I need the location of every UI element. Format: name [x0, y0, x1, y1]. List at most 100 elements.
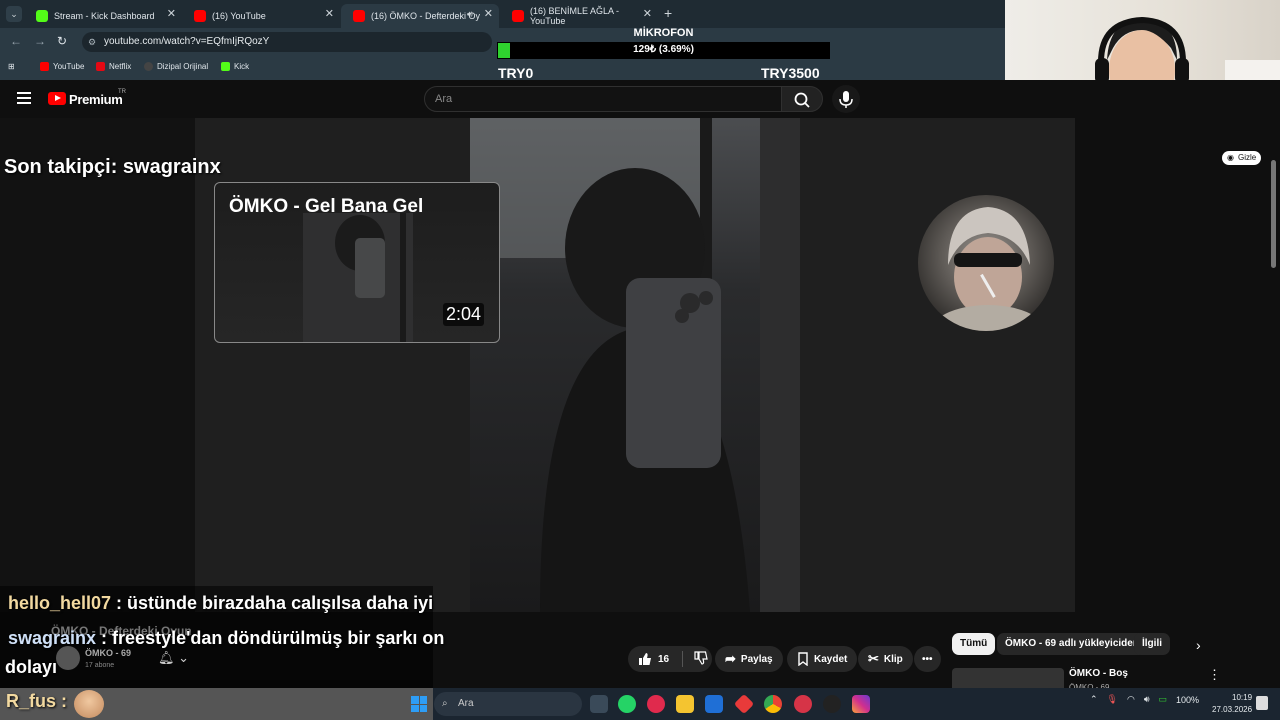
clock[interactable]: 10:19 27.03.2026	[1212, 692, 1252, 716]
bookmark-dizipal[interactable]: Dizipal Orijinal	[144, 62, 208, 71]
windows-start-icon[interactable]	[411, 696, 427, 712]
microphone-icon	[839, 91, 853, 108]
clip-label: Klip	[883, 653, 903, 665]
youtube-premium-logo[interactable]: Premium	[69, 92, 123, 107]
share-icon: ➦	[725, 651, 736, 666]
streamer-emote	[74, 690, 104, 718]
chip-related[interactable]: İlgili	[1134, 633, 1170, 655]
clip-button[interactable]: ✂ Klip	[858, 646, 913, 672]
search-input[interactable]: Ara	[424, 86, 782, 112]
tab-label: Stream - Kick Dashboard	[54, 11, 155, 21]
folder-icon[interactable]	[676, 695, 694, 713]
bookmark-netflix[interactable]: Netflix	[96, 62, 131, 71]
chip-all[interactable]: Tümü	[952, 633, 996, 655]
avatar-image	[928, 207, 1048, 331]
volume-icon[interactable]: 🔊︎	[1144, 694, 1150, 705]
voice-search-button[interactable]	[832, 85, 860, 113]
video-frame[interactable]	[470, 118, 800, 612]
tab-search-button[interactable]: ⌄	[6, 6, 22, 22]
more-icon: •••	[922, 653, 933, 665]
bookmark-label: Kick	[234, 62, 250, 71]
kick-icon	[221, 62, 230, 71]
recommendation-title[interactable]: ÖMKO - Boş	[1069, 668, 1128, 679]
chevron-right-icon[interactable]: ›	[1196, 637, 1201, 653]
scissors-icon: ✂	[868, 651, 879, 666]
speaker-icon[interactable]: 🔊︎	[467, 9, 473, 20]
share-button[interactable]: ➦ Paylaş	[715, 646, 783, 672]
tab-label: (16) YouTube	[212, 11, 266, 21]
chat-username: hello_hell07	[8, 593, 112, 613]
chrome-icon[interactable]	[764, 695, 782, 713]
like-button[interactable]: 16	[638, 652, 669, 666]
save-button[interactable]: Kaydet	[787, 646, 858, 672]
search-icon: ⌕	[442, 698, 448, 709]
chat-text: dolayı	[5, 657, 58, 677]
youtube-icon	[353, 10, 365, 22]
tab-benimle-agla[interactable]: (16) BENİMLE AĞLA - YouTube ✕	[500, 4, 658, 28]
video-image	[470, 118, 800, 612]
tab-label: (16) BENİMLE AĞLA - YouTube	[530, 6, 620, 26]
dislike-button[interactable]	[694, 650, 708, 668]
chat-text: : freestyle'dan döndürülmüş bir şarkı on	[96, 628, 445, 648]
search-icon	[794, 92, 810, 108]
bell-icon[interactable]: 🔔︎ ⌄	[158, 650, 189, 666]
forward-icon[interactable]: →	[34, 34, 46, 48]
more-vertical-icon[interactable]: ⋮	[1208, 667, 1221, 683]
bookmark-icon	[798, 652, 808, 666]
apps-icon[interactable]: ⊞	[8, 62, 15, 71]
bookmark-label: YouTube	[53, 62, 85, 71]
scrollbar[interactable]	[1271, 160, 1276, 268]
chip-from-uploader[interactable]: ÖMKO - 69 adlı yükleyiciden	[997, 633, 1147, 655]
instagram-icon[interactable]	[852, 695, 870, 713]
goal-min-label: TRY0	[498, 65, 534, 81]
chat-message: hello_hell07 : üstünde birazdaha calışıl…	[8, 593, 433, 614]
reload-icon[interactable]: ↻	[57, 34, 67, 48]
battery-icon[interactable]: ▭	[1159, 694, 1168, 705]
wifi-icon[interactable]: ◠	[1127, 694, 1135, 705]
chat-text: : üstünde birazdaha calışılsa daha iyi	[111, 593, 434, 613]
bookmark-kick[interactable]: Kick	[221, 62, 249, 71]
tab-youtube[interactable]: (16) YouTube ✕	[182, 4, 340, 28]
page-left-area	[0, 118, 195, 612]
microphone-icon[interactable]: 🎙︎	[1107, 694, 1118, 705]
system-tray: ⌃ 🎙︎ ◠ 🔊︎ ▭ 100%	[1090, 694, 1199, 705]
kick-icon	[36, 10, 48, 22]
site-info-icon[interactable]: ⚙	[88, 32, 96, 52]
chevron-up-icon[interactable]: ⌃	[1090, 694, 1098, 705]
new-tab-button[interactable]: +	[664, 5, 672, 21]
file-explorer-icon[interactable]	[590, 695, 608, 713]
recommendation-thumbnail[interactable]	[952, 668, 1064, 688]
mic-goal-amount: 129₺ (3.69%)	[633, 44, 694, 55]
tab-kick-dashboard[interactable]: Stream - Kick Dashboard ✕	[24, 4, 182, 28]
media-player-icon[interactable]	[647, 695, 665, 713]
hide-button[interactable]: Gizle	[1222, 151, 1262, 165]
menu-icon[interactable]	[17, 92, 31, 104]
like-dislike-group: 16	[628, 646, 712, 672]
chat-message: swagrainx : freestyle'dan döndürülmüş bi…	[8, 628, 444, 649]
save-label: Kaydet	[814, 653, 848, 665]
youtube-logo-icon[interactable]	[48, 92, 66, 105]
tab-omko-active[interactable]: (16) ÖMKO - Defterdeki Oy 🔊︎ ✕	[341, 4, 499, 28]
battery-percent: 100%	[1176, 694, 1200, 705]
taskbar-search[interactable]: ⌕ Ara	[434, 692, 582, 716]
url-text: youtube.com/watch?v=EQfmIjRQozY	[104, 36, 270, 47]
clock-time: 10:19	[1232, 693, 1253, 702]
bookmark-youtube[interactable]: YouTube	[40, 62, 84, 71]
divider	[682, 651, 684, 667]
close-icon[interactable]: ✕	[167, 7, 176, 20]
store-icon[interactable]	[705, 695, 723, 713]
obs-icon[interactable]	[823, 695, 841, 713]
channel-name[interactable]: ÖMKO - 69	[85, 648, 131, 658]
opera-icon[interactable]	[794, 695, 812, 713]
whatsapp-icon[interactable]	[618, 695, 636, 713]
close-icon[interactable]: ✕	[484, 7, 493, 20]
close-icon[interactable]: ✕	[643, 7, 652, 20]
channel-avatar[interactable]	[56, 646, 80, 670]
more-actions-button[interactable]: •••	[914, 646, 941, 672]
notification-icon[interactable]	[1256, 696, 1268, 710]
url-field[interactable]: ⚙ youtube.com/watch?v=EQfmIjRQozY	[82, 32, 492, 52]
thumbs-down-icon	[694, 650, 708, 665]
back-icon[interactable]: ←	[10, 34, 22, 48]
search-button[interactable]	[781, 86, 823, 112]
close-icon[interactable]: ✕	[325, 7, 334, 20]
